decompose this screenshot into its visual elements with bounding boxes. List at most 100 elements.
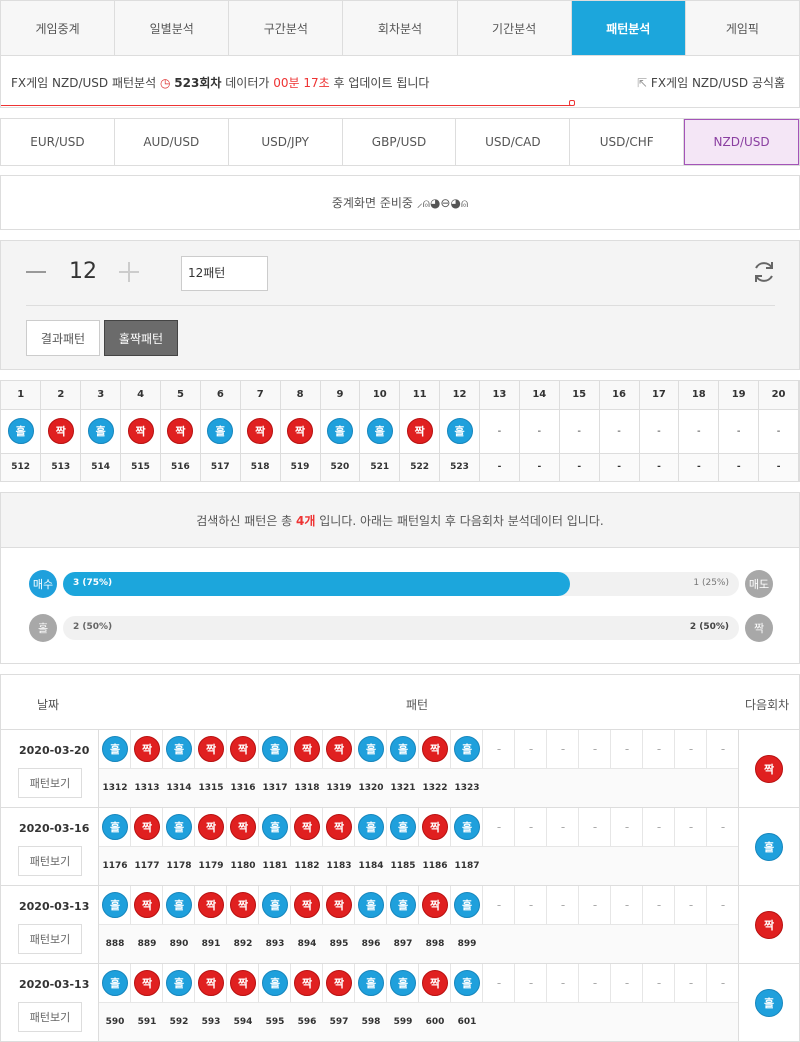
grid-ball-cell: 홀 xyxy=(1,409,42,454)
pattern-ball-slot: 짝 xyxy=(131,964,163,1003)
grid-round-cell: - xyxy=(758,453,799,482)
pattern-round: 595 xyxy=(259,1003,291,1041)
pattern-column: 짝 1319 xyxy=(323,730,355,807)
even-ball: 짝 xyxy=(230,814,256,840)
odd-ball: 홀 xyxy=(454,892,480,918)
pattern-ball-slot: 홀 xyxy=(355,730,387,769)
odd-ball: 홀 xyxy=(262,892,288,918)
odd-ball: 홀 xyxy=(166,970,192,996)
grid-round-cell: - xyxy=(639,453,680,482)
pattern-ball-slot: 홀 xyxy=(259,730,291,769)
increase-button[interactable] xyxy=(119,262,139,282)
pattern-ball-slot: 짝 xyxy=(195,730,227,769)
pattern-column: 짝 891 xyxy=(195,886,227,963)
pair-tab-0[interactable]: EUR/USD xyxy=(1,119,115,165)
pattern-column: 홀 1185 xyxy=(387,808,419,885)
pattern-column: - xyxy=(707,730,739,807)
tab-3[interactable]: 회차분석 xyxy=(343,1,458,55)
pattern-round xyxy=(579,769,611,807)
tab-1[interactable]: 일별분석 xyxy=(115,1,230,55)
pattern-round: 593 xyxy=(195,1003,227,1041)
result-pattern-button[interactable]: 결과패턴 xyxy=(26,320,100,356)
tab-0[interactable]: 게임중계 xyxy=(1,1,116,55)
pair-tab-4[interactable]: USD/CAD xyxy=(456,119,571,165)
pattern-column: - xyxy=(643,730,675,807)
pattern-ball-slot: 홀 xyxy=(387,730,419,769)
view-pattern-button[interactable]: 패턴보기 xyxy=(18,924,82,954)
pattern-column: - xyxy=(547,964,579,1041)
pattern-column: - xyxy=(579,730,611,807)
odd-value: 2 (50%) xyxy=(73,622,113,632)
pattern-column: 짝 1182 xyxy=(291,808,323,885)
view-pattern-button[interactable]: 패턴보기 xyxy=(18,1002,82,1032)
even-value: 2 (50%) xyxy=(689,622,729,632)
pattern-column: - xyxy=(515,964,547,1041)
live-placeholder: 중계화면 준비중 ⸝⍝◕⊖◕⍝ xyxy=(0,175,800,230)
grid-header-cell: 2 xyxy=(40,381,82,410)
pattern-ball-slot: - xyxy=(483,730,515,769)
pattern-round: 1186 xyxy=(419,847,451,885)
odd-ball: 홀 xyxy=(262,970,288,996)
odd-ball: 홀 xyxy=(326,418,353,444)
pattern-ball-slot: 홀 xyxy=(387,808,419,847)
pattern-ball-slot: - xyxy=(707,886,739,925)
pair-tab-6[interactable]: NZD/USD xyxy=(684,119,800,165)
pattern-round xyxy=(547,769,579,807)
pattern-select[interactable]: 12패턴 xyxy=(181,256,268,291)
stat-fill xyxy=(63,572,570,596)
pattern-ball-slot: 짝 xyxy=(323,730,355,769)
even-ball: 짝 xyxy=(134,736,160,762)
tab-5[interactable]: 패턴분석 xyxy=(571,1,686,55)
pattern-column: - xyxy=(611,886,643,963)
view-pattern-button[interactable]: 패턴보기 xyxy=(18,846,82,876)
pattern-ball-slot: - xyxy=(643,886,675,925)
even-ball: 짝 xyxy=(326,892,352,918)
pattern-round: 1181 xyxy=(259,847,291,885)
clock-icon: ◷ xyxy=(159,76,171,90)
grid-round-cell: 518 xyxy=(240,453,281,482)
odd-ball: 홀 xyxy=(358,970,384,996)
odd-ball: 홀 xyxy=(454,970,480,996)
grid-round-cell: - xyxy=(559,453,600,482)
pair-tab-3[interactable]: GBP/USD xyxy=(342,119,457,165)
tab-6[interactable]: 게임픽 xyxy=(685,1,799,55)
pair-tab-5[interactable]: USD/CHF xyxy=(570,119,685,165)
pattern-ball-slot: - xyxy=(675,730,707,769)
pattern-column: 홀 1312 xyxy=(99,730,131,807)
pair-tab-2[interactable]: USD/JPY xyxy=(228,119,343,165)
pattern-ball-slot: 홀 xyxy=(99,808,131,847)
results-header: 날짜 패턴 다음회차 xyxy=(1,675,799,730)
pattern-ball-slot: 짝 xyxy=(195,964,227,1003)
pattern-column: 짝 889 xyxy=(131,886,163,963)
info-bar: FX게임 NZD/USD 패턴분석 ◷ 523회차 데이터가 00분 17초 후… xyxy=(0,56,800,108)
odd-even-pattern-button[interactable]: 홀짝패턴 xyxy=(104,320,178,356)
official-link[interactable]: ⇱ FX게임 NZD/USD 공식홈 xyxy=(637,74,785,91)
tab-2[interactable]: 구간분석 xyxy=(229,1,344,55)
pattern-ball-slot: - xyxy=(579,886,611,925)
pattern-ball-slot: 짝 xyxy=(195,886,227,925)
pair-tab-1[interactable]: AUD/USD xyxy=(114,119,229,165)
pattern-round: 1322 xyxy=(419,769,451,807)
pattern-round: 891 xyxy=(195,925,227,963)
pattern-round: 592 xyxy=(163,1003,195,1041)
pattern-ball-slot: 홀 xyxy=(259,964,291,1003)
pattern-column: 짝 1177 xyxy=(131,808,163,885)
grid-ball-cell: 짝 xyxy=(160,409,201,454)
divider xyxy=(26,305,775,306)
currency-pairs: EUR/USD AUD/USD USD/JPY GBP/USD USD/CAD USD/C… xyxy=(0,118,800,166)
view-pattern-button[interactable]: 패턴보기 xyxy=(18,768,82,798)
pattern-count: 12 xyxy=(69,259,97,284)
pattern-ball-slot: - xyxy=(547,808,579,847)
pattern-column: 홀 899 xyxy=(451,886,483,963)
pattern-ball-slot: 홀 xyxy=(259,808,291,847)
tab-4[interactable]: 기간분석 xyxy=(457,1,572,55)
pattern-column: 홀 1320 xyxy=(355,730,387,807)
decrease-button[interactable] xyxy=(26,271,46,273)
refresh-icon[interactable] xyxy=(751,259,777,285)
pattern-round: 596 xyxy=(291,1003,323,1041)
pattern-round: 1178 xyxy=(163,847,195,885)
pattern-cell: 홀 1312 짝 1313 홀 1314 짝 1315 짝 1316 홀 1317 짝 1318 짝 1319… xyxy=(99,730,739,807)
next-round-cell: 홀 xyxy=(738,964,799,1041)
odd-ball: 홀 xyxy=(366,418,393,444)
result-date: 2020-03-13 xyxy=(19,978,90,991)
